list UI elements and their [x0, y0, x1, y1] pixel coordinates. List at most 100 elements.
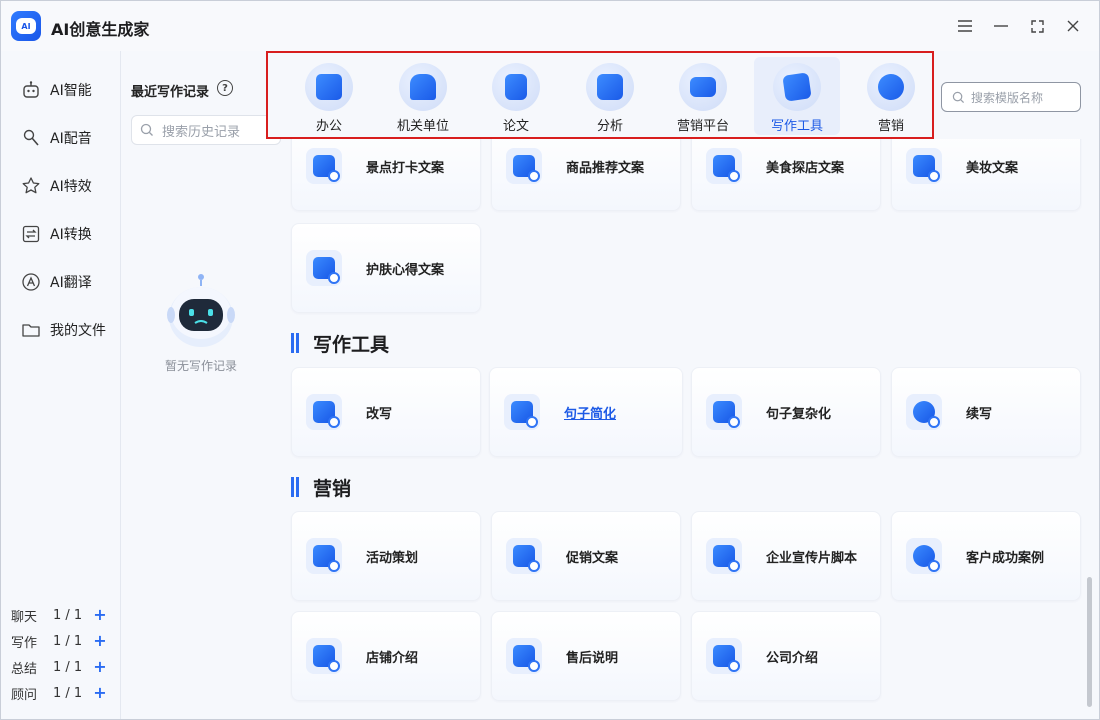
template-card[interactable]: 商品推荐文案 [491, 139, 681, 211]
target-icon [867, 63, 915, 111]
star-icon [21, 176, 41, 196]
tab-writing-tools[interactable]: 写作工具 [754, 57, 840, 135]
template-card[interactable]: 促销文案 [491, 511, 681, 601]
template-card[interactable]: 活动策划 [291, 511, 481, 601]
billboard-icon [679, 63, 727, 111]
nav-item-ai-translate[interactable]: AI翻译 [21, 270, 92, 294]
complexify-icon [706, 394, 742, 430]
cosmetics-icon [906, 148, 942, 184]
usage-label: 聊天 [11, 609, 38, 625]
usage-value: 1 / 1 [53, 659, 83, 675]
history-search-input[interactable]: 搜索历史记录 [131, 115, 281, 145]
search-icon [952, 91, 965, 103]
template-card[interactable]: 句子简化 [489, 367, 683, 457]
usage-count-writing: 写作 1 / 1 + [11, 631, 111, 651]
food-icon [706, 148, 742, 184]
usage-value: 1 / 1 [53, 685, 83, 701]
minimize-icon[interactable] [989, 14, 1013, 38]
tab-label: 营销平台 [676, 119, 729, 134]
add-icon[interactable]: + [93, 607, 107, 623]
tab-analysis[interactable]: 分析 [567, 57, 653, 135]
card-label: 美食探店文案 [766, 160, 845, 176]
card-label: 公司介绍 [766, 650, 819, 666]
card-label: 商品推荐文案 [566, 160, 645, 176]
convert-icon [21, 224, 41, 244]
history-title: 最近写作记录 [131, 85, 210, 100]
template-card[interactable]: 店铺介绍 [291, 611, 481, 701]
template-card[interactable]: 句子复杂化 [691, 367, 881, 457]
template-card[interactable]: 公司介绍 [691, 611, 881, 701]
tab-label: 机关单位 [396, 119, 449, 134]
company-video-icon [706, 538, 742, 574]
continue-writing-icon [906, 394, 942, 430]
card-label: 售后说明 [566, 650, 619, 666]
tab-office[interactable]: 办公 [286, 57, 372, 135]
title-bar: AI AI创意生成家 [1, 1, 1099, 51]
landmark-icon [306, 148, 342, 184]
nav-label: AI智能 [50, 83, 92, 99]
section-marker [291, 333, 299, 353]
nav-item-ai-smart[interactable]: AI智能 [21, 78, 92, 102]
close-icon[interactable] [1061, 14, 1085, 38]
template-card[interactable]: 改写 [291, 367, 481, 457]
template-card[interactable]: 续写 [891, 367, 1081, 457]
app-logo: AI [11, 11, 41, 41]
nav-item-ai-convert[interactable]: AI转换 [21, 222, 92, 246]
usage-label: 总结 [11, 661, 38, 677]
template-card[interactable]: 护肤心得文案 [291, 223, 481, 313]
add-icon[interactable]: + [93, 659, 107, 675]
content-scrollbar[interactable] [1087, 577, 1092, 707]
template-card[interactable]: 售后说明 [491, 611, 681, 701]
template-search-input[interactable]: 搜索模版名称 [941, 82, 1081, 112]
tab-label: 营销 [877, 119, 904, 134]
template-card[interactable]: 美妆文案 [891, 139, 1081, 211]
briefcase-icon [305, 63, 353, 111]
maximize-icon[interactable] [1025, 14, 1049, 38]
section-title-text: 营销 [313, 477, 352, 500]
nav-item-ai-dubbing[interactable]: AI配音 [21, 126, 92, 150]
search-icon [140, 123, 153, 136]
rewrite-icon [306, 394, 342, 430]
card-label: 企业宣传片脚本 [766, 550, 858, 566]
section-title-writing-tools: 写作工具 [291, 331, 389, 356]
simplify-icon [504, 394, 540, 430]
event-planning-icon [306, 538, 342, 574]
card-label: 促销文案 [566, 550, 619, 566]
tab-label: 写作工具 [770, 119, 823, 134]
document-icon [492, 63, 540, 111]
app-window: AI AI创意生成家 AI智能 AI配音 AI特效 AI转换 AI翻译 我的文件… [0, 0, 1100, 720]
tab-government[interactable]: 机关单位 [380, 57, 466, 135]
translate-icon [21, 272, 41, 292]
tab-marketing[interactable]: 营销 [848, 57, 934, 135]
add-icon[interactable]: + [93, 685, 107, 701]
template-card[interactable]: 美食探店文案 [691, 139, 881, 211]
edit-icon [773, 63, 821, 111]
tab-label: 论文 [502, 119, 529, 134]
section-title-marketing: 营销 [291, 475, 352, 500]
tab-label: 办公 [315, 119, 342, 134]
card-label: 景点打卡文案 [366, 160, 445, 176]
product-icon [506, 148, 542, 184]
tab-marketing-platform[interactable]: 营销平台 [660, 57, 746, 135]
nav-label: AI特效 [50, 179, 92, 195]
help-icon[interactable]: ? [217, 80, 233, 96]
section-marker [291, 477, 299, 497]
card-label: 改写 [366, 406, 393, 422]
history-empty-text: 暂无写作记录 [164, 359, 237, 373]
template-card[interactable]: 企业宣传片脚本 [691, 511, 881, 601]
nav-item-ai-effects[interactable]: AI特效 [21, 174, 92, 198]
menu-icon[interactable] [953, 14, 977, 38]
left-nav: AI智能 AI配音 AI特效 AI转换 AI翻译 我的文件 聊天 1 / 1 +… [1, 51, 121, 719]
tab-paper[interactable]: 论文 [473, 57, 559, 135]
nav-item-my-files[interactable]: 我的文件 [21, 318, 106, 342]
card-label: 句子简化 [564, 406, 617, 422]
customer-icon [906, 538, 942, 574]
usage-count-advisor: 顾问 1 / 1 + [11, 683, 111, 703]
card-label: 店铺介绍 [366, 650, 419, 666]
usage-label: 顾问 [11, 687, 38, 703]
template-card[interactable]: 客户成功案例 [891, 511, 1081, 601]
add-icon[interactable]: + [93, 633, 107, 649]
template-card[interactable]: 景点打卡文案 [291, 139, 481, 211]
store-icon [306, 638, 342, 674]
category-tabs: 办公 机关单位 论文 分析 营销平台 写作工具 营销 [266, 51, 934, 139]
